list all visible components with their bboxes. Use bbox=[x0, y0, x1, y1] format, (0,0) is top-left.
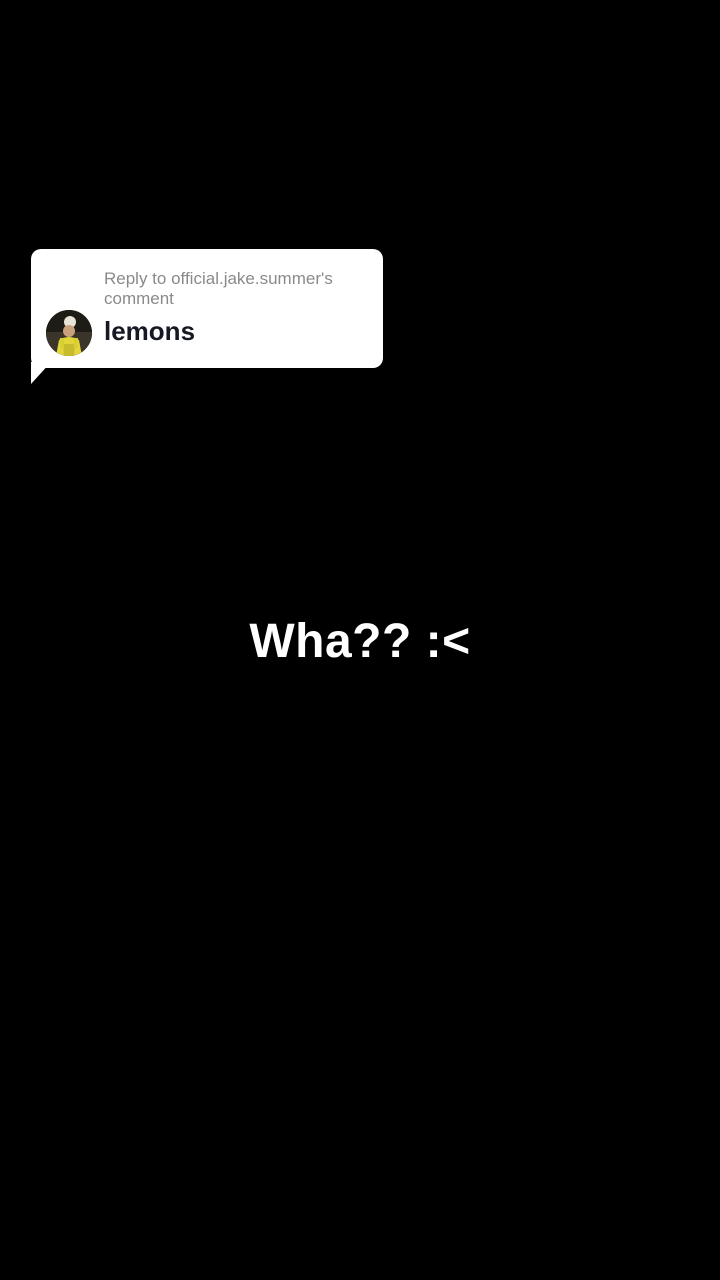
reply-header: Reply to official.jake.summer's comment bbox=[104, 269, 333, 308]
avatar[interactable] bbox=[46, 310, 92, 356]
user-avatar-icon bbox=[46, 310, 92, 356]
reply-comment-sticker[interactable]: Reply to official.jake.summer's comment … bbox=[31, 249, 383, 384]
video-caption: Wha?? :< bbox=[249, 615, 471, 668]
video-frame: Reply to official.jake.summer's comment … bbox=[0, 0, 720, 1280]
comment-text: lemons bbox=[104, 316, 196, 346]
bubble-tail bbox=[31, 362, 51, 384]
